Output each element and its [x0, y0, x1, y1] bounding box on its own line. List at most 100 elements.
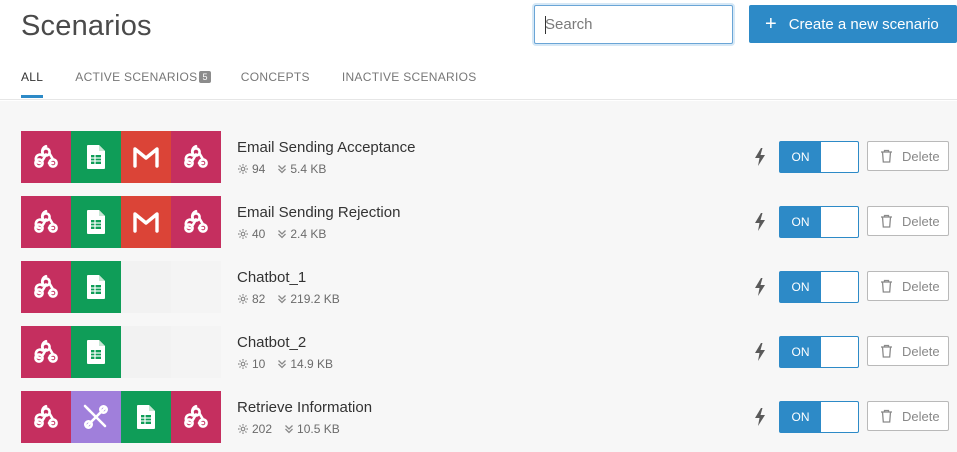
- tab-active-scenarios[interactable]: ACTIVE SCENARIOS 5: [75, 58, 211, 98]
- webhook-module-tile: [21, 131, 71, 183]
- lightning-icon[interactable]: [753, 277, 767, 297]
- trash-icon: [880, 409, 893, 423]
- gear-icon: [237, 163, 249, 175]
- webhook-module-tile: [21, 326, 71, 378]
- gear-icon: [237, 423, 249, 435]
- google-sheets-module-tile: [121, 391, 171, 443]
- create-scenario-label: Create a new scenario: [788, 15, 939, 33]
- trash-icon: [880, 149, 893, 163]
- empty-module-slot: [171, 326, 221, 378]
- scenario-row[interactable]: Email Sending Rejection 40 2.4 KB ON Delete: [0, 196, 957, 248]
- toggle-on-label: ON: [780, 402, 821, 432]
- scenario-name[interactable]: Chatbot_2: [237, 334, 306, 351]
- scenario-name[interactable]: Chatbot_1: [237, 269, 306, 286]
- webhook-module-tile: [171, 131, 221, 183]
- scenario-row[interactable]: Chatbot_1 82 219.2 KB ON Delete: [0, 261, 957, 313]
- operations-count: 40: [252, 227, 266, 241]
- search-box[interactable]: [534, 5, 733, 44]
- trash-icon: [880, 214, 893, 228]
- google-sheets-icon: [86, 339, 106, 365]
- scenario-row[interactable]: Email Sending Acceptance 94 5.4 KB ON Delete: [0, 131, 957, 183]
- google-sheets-module-tile: [71, 196, 121, 248]
- delete-button[interactable]: Delete: [867, 206, 949, 236]
- plus-icon: +: [765, 13, 777, 35]
- double-chevron-down-icon: [284, 424, 294, 434]
- gear-icon: [237, 228, 249, 240]
- webhook-module-tile: [21, 261, 71, 313]
- scenario-tabs: ALL ACTIVE SCENARIOS 5 CONCEPTS INACTIVE …: [0, 58, 477, 100]
- active-count-badge: 5: [199, 71, 211, 83]
- scenario-toggle[interactable]: ON: [779, 336, 859, 368]
- delete-label: Delete: [902, 213, 940, 229]
- scenario-meta: 40 2.4 KB: [237, 227, 326, 241]
- scenario-name[interactable]: Retrieve Information: [237, 399, 372, 416]
- tab-inactive-scenarios-label: INACTIVE SCENARIOS: [341, 70, 477, 84]
- toggle-on-label: ON: [780, 142, 821, 172]
- gmail-icon: [131, 210, 161, 234]
- lightning-icon[interactable]: [753, 342, 767, 362]
- gmail-module-tile: [121, 196, 171, 248]
- delete-label: Delete: [902, 148, 940, 164]
- trash-icon: [880, 344, 893, 358]
- delete-button[interactable]: Delete: [867, 271, 949, 301]
- scenario-modules[interactable]: [21, 391, 221, 443]
- scenario-toggle[interactable]: ON: [779, 271, 859, 303]
- scenario-modules[interactable]: [21, 196, 221, 248]
- create-scenario-button[interactable]: + Create a new scenario: [749, 5, 957, 43]
- scenario-meta: 10 14.9 KB: [237, 357, 333, 371]
- scenario-name[interactable]: Email Sending Rejection: [237, 204, 400, 221]
- scenario-modules[interactable]: [21, 261, 221, 313]
- tab-inactive-scenarios[interactable]: INACTIVE SCENARIOS: [342, 58, 477, 98]
- scenario-name[interactable]: Email Sending Acceptance: [237, 139, 415, 156]
- empty-module-slot: [121, 326, 171, 378]
- gmail-icon: [131, 145, 161, 169]
- webhook-icon: [182, 143, 210, 171]
- delete-button[interactable]: Delete: [867, 336, 949, 366]
- lightning-icon[interactable]: [753, 212, 767, 232]
- delete-button[interactable]: Delete: [867, 401, 949, 431]
- tab-active-scenarios-label: ACTIVE SCENARIOS: [75, 70, 198, 84]
- scenario-modules[interactable]: [21, 326, 221, 378]
- scenario-row[interactable]: Chatbot_2 10 14.9 KB ON Delete: [0, 326, 957, 378]
- google-sheets-icon: [86, 274, 106, 300]
- scenario-modules[interactable]: [21, 131, 221, 183]
- tools-icon: [81, 402, 111, 432]
- lightning-icon[interactable]: [753, 147, 767, 167]
- google-sheets-icon: [136, 404, 156, 430]
- scenario-row[interactable]: Retrieve Information 202 10.5 KB ON Delete: [0, 391, 957, 443]
- scenario-meta: 94 5.4 KB: [237, 162, 326, 176]
- trash-icon: [880, 279, 893, 293]
- webhook-icon: [32, 403, 60, 431]
- data-size: 14.9 KB: [290, 357, 334, 371]
- double-chevron-down-icon: [277, 164, 287, 174]
- tab-all[interactable]: ALL: [21, 58, 44, 98]
- gear-icon: [237, 358, 249, 370]
- tab-all-label: ALL: [21, 70, 44, 84]
- search-input[interactable]: [535, 6, 732, 43]
- webhook-icon: [182, 208, 210, 236]
- webhook-icon: [32, 208, 60, 236]
- tab-concepts[interactable]: CONCEPTS: [241, 58, 310, 98]
- empty-module-slot: [121, 261, 171, 313]
- lightning-icon[interactable]: [753, 407, 767, 427]
- operations-count: 202: [252, 422, 273, 436]
- operations-count: 94: [252, 162, 266, 176]
- text-caret: [545, 16, 546, 34]
- operations-count: 10: [252, 357, 266, 371]
- webhook-icon: [182, 403, 210, 431]
- data-size: 2.4 KB: [290, 227, 327, 241]
- google-sheets-icon: [86, 144, 106, 170]
- scenario-toggle[interactable]: ON: [779, 141, 859, 173]
- delete-label: Delete: [902, 343, 940, 359]
- toggle-on-label: ON: [780, 337, 821, 367]
- scenario-toggle[interactable]: ON: [779, 206, 859, 238]
- webhook-icon: [32, 338, 60, 366]
- delete-label: Delete: [902, 408, 940, 424]
- webhook-module-tile: [21, 196, 71, 248]
- google-sheets-module-tile: [71, 326, 121, 378]
- webhook-module-tile: [21, 391, 71, 443]
- webhook-module-tile: [171, 391, 221, 443]
- delete-button[interactable]: Delete: [867, 141, 949, 171]
- scenario-toggle[interactable]: ON: [779, 401, 859, 433]
- gear-icon: [237, 293, 249, 305]
